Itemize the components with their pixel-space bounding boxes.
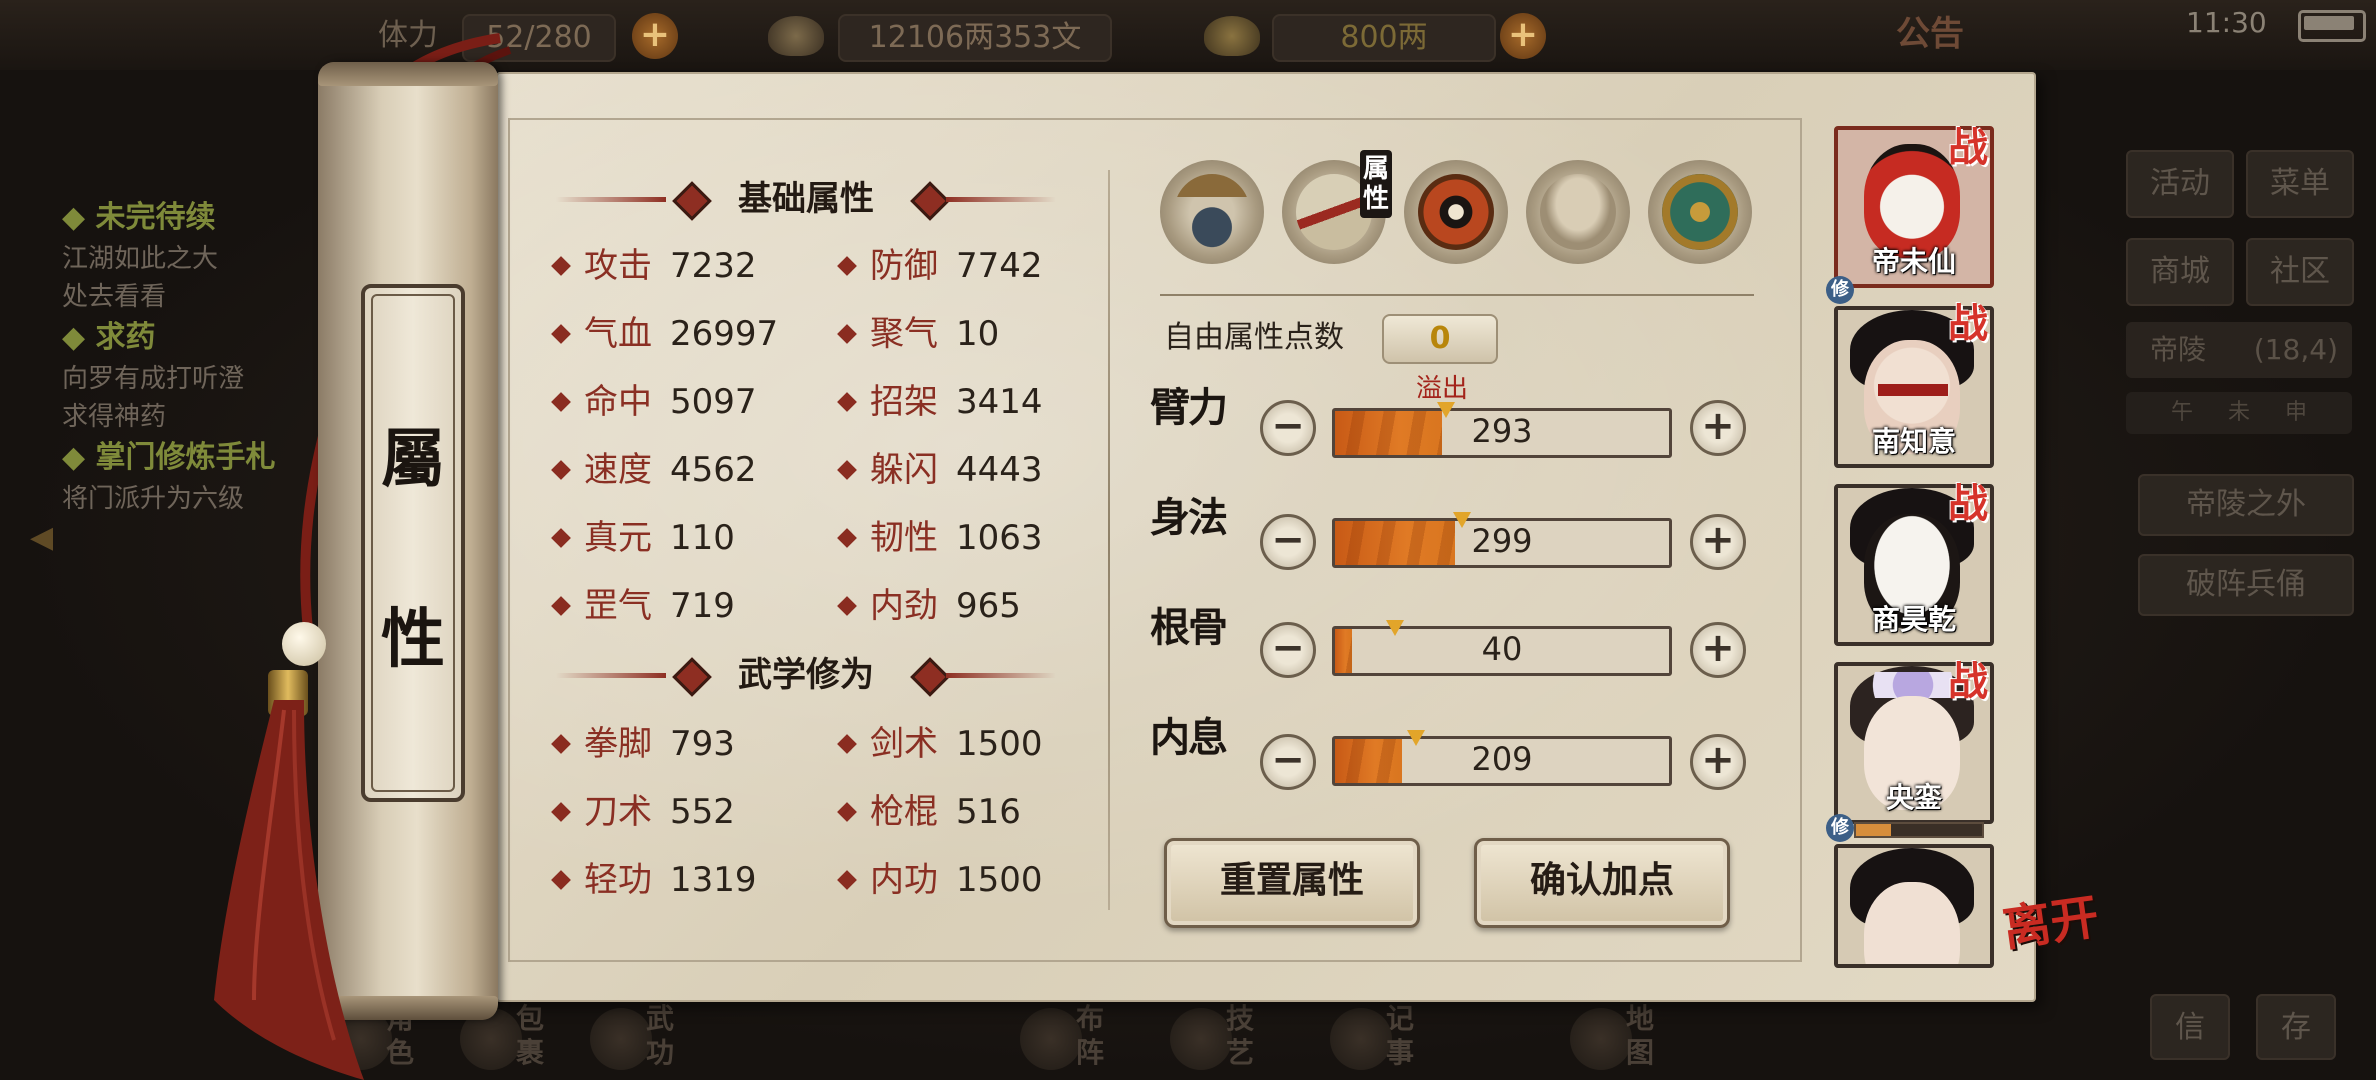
- attr-name-constitution: 根骨: [1150, 604, 1228, 651]
- bagua-icon[interactable]: [1404, 160, 1508, 264]
- stat-spear: 枪棍 516: [834, 790, 1021, 834]
- attr-name-breath: 内息: [1150, 714, 1228, 761]
- shop-button[interactable]: 商城: [2126, 238, 2234, 306]
- increase-agility-button[interactable]: +: [1690, 514, 1746, 570]
- decrease-strength-button[interactable]: −: [1260, 400, 1316, 456]
- leave-button[interactable]: 离开: [1993, 889, 2117, 1015]
- battle-badge: 战: [1948, 480, 1988, 527]
- nav-craft[interactable]: 技艺: [1170, 1000, 1280, 1080]
- battle-badge: 战: [1948, 658, 1988, 705]
- clock: 11:30: [2186, 6, 2267, 39]
- add-stamina-button[interactable]: +: [632, 13, 678, 59]
- stat-true-essence: 真元 110: [548, 516, 735, 560]
- stat-dodge: 躲闪 4443: [834, 448, 1043, 492]
- compass-strip: 午 未 申: [2126, 392, 2352, 434]
- stat-hp: 气血 26997: [548, 312, 778, 356]
- tab-attributes-label: 属性: [1360, 150, 1392, 218]
- breath-bar: 209: [1332, 736, 1672, 786]
- nav-formation[interactable]: 布阵: [1020, 1000, 1130, 1080]
- stat-defense: 防御 7742: [834, 244, 1043, 288]
- collapse-arrow-icon[interactable]: ◀: [30, 520, 53, 555]
- stat-inner-art: 内功 1500: [834, 858, 1043, 902]
- stat-qi-gather: 聚气 10: [834, 312, 999, 356]
- hat-icon[interactable]: [1160, 160, 1264, 264]
- silver-value: 12106两353文: [838, 14, 1112, 62]
- scroll-title-char: 屬: [381, 422, 445, 497]
- add-gold-button[interactable]: +: [1500, 13, 1546, 59]
- tabs-underline: [1160, 294, 1754, 296]
- attr-name-strength: 臂力: [1150, 384, 1228, 431]
- stat-toughness: 韧性 1063: [834, 516, 1043, 560]
- agility-marker: [1453, 512, 1472, 528]
- column-divider: [1108, 170, 1110, 910]
- increase-strength-button[interactable]: +: [1690, 400, 1746, 456]
- battle-badge: 战: [1948, 300, 1988, 347]
- silver-icon: [768, 16, 824, 56]
- increase-constitution-button[interactable]: +: [1690, 622, 1746, 678]
- stat-hit: 命中 5097: [548, 380, 757, 424]
- bottom-nav: 角色 包裹 武功 布阵 技艺 记事 地图: [330, 1000, 1730, 1080]
- nav-map[interactable]: 地图: [1570, 1000, 1680, 1080]
- place-button[interactable]: 破阵兵俑: [2138, 554, 2354, 616]
- free-points-label: 自由属性点数: [1164, 320, 1344, 355]
- decrease-breath-button[interactable]: −: [1260, 734, 1316, 790]
- stat-blade: 刀术 552: [548, 790, 735, 834]
- gold-value: 800两: [1272, 14, 1496, 62]
- notice-button[interactable]: 公告: [1896, 12, 1964, 56]
- confirm-points-button[interactable]: 确认加点: [1474, 838, 1730, 928]
- tassel-bead-icon: [282, 622, 326, 666]
- attr-name-agility: 身法: [1150, 494, 1228, 541]
- free-points-value: 0: [1382, 314, 1498, 364]
- agility-bar: 299: [1332, 518, 1672, 568]
- stat-lightness: 轻功 1319: [548, 858, 757, 902]
- gold-icon: [1204, 16, 1260, 56]
- tassel-icon: [214, 700, 364, 1080]
- place-button[interactable]: 帝陵之外: [2138, 474, 2354, 536]
- basic-attributes-header: 基础属性: [556, 174, 1056, 224]
- constitution-marker: [1386, 620, 1405, 636]
- stat-attack: 攻击 7232: [548, 244, 757, 288]
- strength-bar: 293: [1332, 408, 1672, 458]
- mail-button[interactable]: 信: [2150, 994, 2230, 1060]
- scroll-cap: [318, 62, 498, 86]
- activity-button[interactable]: 活动: [2126, 150, 2234, 218]
- cultivate-badge: 修: [1826, 814, 1854, 842]
- community-button[interactable]: 社区: [2246, 238, 2354, 306]
- martial-cultivation-header: 武学修为: [556, 650, 1056, 700]
- decrease-agility-button[interactable]: −: [1260, 514, 1316, 570]
- battle-badge: 战: [1948, 124, 1988, 171]
- nav-skills[interactable]: 武功: [590, 1000, 700, 1080]
- location-bar: 帝陵 (18,4): [2126, 322, 2352, 378]
- stat-speed: 速度 4562: [548, 448, 757, 492]
- reset-attributes-button[interactable]: 重置属性: [1164, 838, 1420, 928]
- stat-parry: 招架 3414: [834, 380, 1043, 424]
- breath-marker: [1406, 730, 1425, 746]
- stat-gang-qi: 罡气 719: [548, 584, 735, 628]
- stat-fist: 拳脚 793: [548, 722, 735, 766]
- stat-inner-force: 内劲 965: [834, 584, 1021, 628]
- cultivate-badge: 修: [1826, 276, 1854, 304]
- scroll-title-char: 性: [381, 602, 445, 677]
- stat-sword: 剑术 1500: [834, 722, 1043, 766]
- cultivate-progress: [1854, 822, 1984, 838]
- muscle-icon[interactable]: [1526, 160, 1630, 264]
- strength-marker: [1436, 402, 1455, 418]
- menu-button[interactable]: 菜单: [2246, 150, 2354, 218]
- constitution-bar: 40: [1332, 626, 1672, 676]
- battery-icon: [2298, 10, 2366, 42]
- save-button[interactable]: 存: [2256, 994, 2336, 1060]
- compass-icon[interactable]: [1648, 160, 1752, 264]
- overflow-label: 溢出: [1416, 374, 1469, 404]
- increase-breath-button[interactable]: +: [1690, 734, 1746, 790]
- nav-journal[interactable]: 记事: [1330, 1000, 1440, 1080]
- party-member[interactable]: [1834, 844, 1994, 968]
- decrease-constitution-button[interactable]: −: [1260, 622, 1316, 678]
